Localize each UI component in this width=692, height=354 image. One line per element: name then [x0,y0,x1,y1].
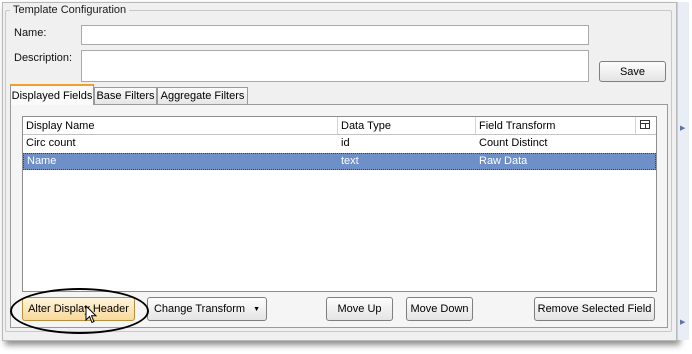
dropdown-arrow-icon: ▼ [253,305,261,313]
tab-displayed-fields[interactable]: Displayed Fields [10,84,94,105]
expand-arrow-icon[interactable]: ▶ [680,318,685,326]
move-down-button[interactable]: Move Down [406,297,473,321]
table-header: Display Name Data Type Field Transform [23,117,656,135]
tab-aggregate-filters[interactable]: Aggregate Filters [157,87,248,104]
cell-data-type: id [341,137,350,149]
column-chooser-icon[interactable] [640,120,650,129]
cell-field-transform: Count Distinct [479,137,548,149]
column-header-field-transform[interactable]: Field Transform [476,117,636,134]
callout-ellipse [10,288,149,334]
name-label: Name: [14,27,47,39]
description-label: Description: [14,52,73,64]
cell-display-name: Circ count [26,137,76,149]
save-button[interactable]: Save [599,61,666,82]
cell-data-type: text [341,155,359,167]
change-transform-label: Change Transform [153,303,246,315]
cell-display-name: Name [27,155,57,167]
move-up-button[interactable]: Move Up [326,297,393,321]
mouse-cursor-icon [85,305,98,324]
description-input[interactable] [81,50,589,82]
group-title: Template Configuration [10,4,130,16]
change-transform-button[interactable]: Change Transform ▼ [147,297,267,321]
remove-selected-field-button[interactable]: Remove Selected Field [534,297,655,321]
cell-field-transform: Raw Data [479,155,528,167]
right-collapse-strip[interactable] [677,2,689,340]
name-input[interactable] [81,25,589,45]
tab-base-filters[interactable]: Base Filters [94,87,157,104]
table-row-selected[interactable]: Name text Raw Data [23,153,656,170]
fields-table: Display Name Data Type Field Transform C… [22,116,657,292]
table-row[interactable]: Circ count id Count Distinct [23,135,656,152]
column-header-display-name[interactable]: Display Name [23,117,338,134]
column-header-data-type[interactable]: Data Type [338,117,476,134]
expand-arrow-icon[interactable]: ▶ [680,124,685,132]
